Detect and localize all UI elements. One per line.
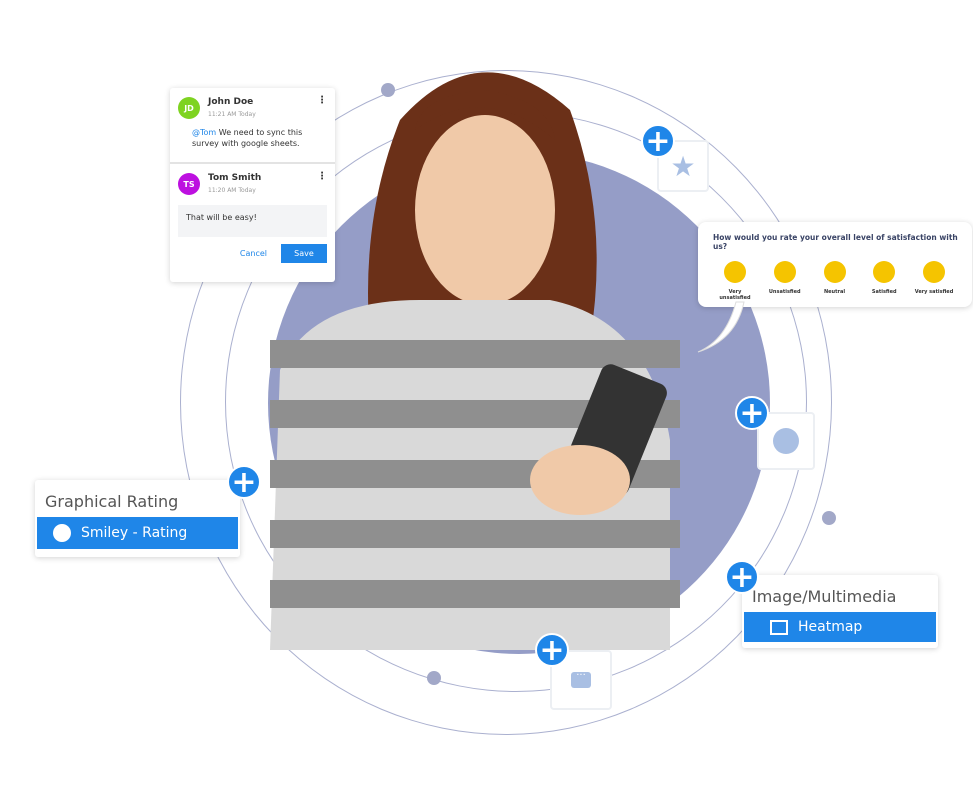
chat-icon: ··· [571, 671, 591, 688]
speech-bubble-tail [697, 301, 745, 353]
smiley-rating-item[interactable]: Smiley - Rating [37, 517, 238, 549]
avatar: TS [178, 173, 200, 195]
cancel-button[interactable]: Cancel [240, 249, 267, 258]
reply-input[interactable]: That will be easy! [178, 205, 327, 237]
heatmap-item[interactable]: Heatmap [744, 612, 936, 642]
more-options-icon[interactable]: ⋮ [317, 96, 327, 106]
save-button[interactable]: Save [281, 244, 327, 263]
more-options-icon[interactable]: ⋮ [317, 172, 327, 182]
reply: TS Tom Smith 11:20 AM Today ⋮ That will b… [170, 164, 335, 263]
rating-option-unsatisfied[interactable]: Unsatisfied [763, 261, 807, 301]
item-label: Heatmap [798, 619, 863, 635]
comments-card: JD John Doe 11:21 AM Today ⋮ @Tom We need… [170, 88, 335, 282]
add-button[interactable]: + [641, 124, 675, 158]
comment-author: John Doe [208, 97, 254, 107]
very-unsatisfied-face-icon [724, 261, 746, 283]
unsatisfied-face-icon [773, 261, 796, 283]
image-multimedia-card: Image/Multimedia Heatmap [742, 575, 938, 648]
card-title: Graphical Rating [45, 492, 179, 511]
comment-time: 11:20 AM Today [208, 187, 256, 194]
ring-dot [822, 511, 836, 525]
comment-author: Tom Smith [208, 173, 262, 183]
add-button[interactable]: + [725, 560, 759, 594]
add-button[interactable]: + [227, 465, 261, 499]
rating-option-very-unsatisfied[interactable]: Very unsatisfied [713, 261, 757, 301]
comment-time: 11:21 AM Today [208, 111, 256, 118]
item-label: Smiley - Rating [81, 525, 188, 541]
smiley-icon [53, 524, 71, 542]
add-button[interactable]: + [735, 396, 769, 430]
comment: JD John Doe 11:21 AM Today ⋮ @Tom We need… [170, 88, 335, 164]
avatar: JD [178, 97, 200, 119]
rating-option-neutral[interactable]: Neutral [813, 261, 857, 301]
card-title: Image/Multimedia [752, 587, 897, 606]
heart-eyes-face-icon [923, 261, 945, 283]
satisfaction-survey-card: How would you rate your overall level of… [698, 222, 972, 307]
survey-question: How would you rate your overall level of… [713, 233, 958, 251]
neutral-face-icon [823, 261, 846, 283]
comment-text: @Tom We need to sync this survey with go… [192, 128, 303, 148]
star-icon: ★ [670, 149, 696, 183]
smiley-icon [773, 428, 799, 454]
add-button[interactable]: + [535, 633, 569, 667]
graphical-rating-card: Graphical Rating Smiley - Rating [35, 480, 240, 557]
ring-dot [427, 671, 441, 685]
rating-option-very-satisfied[interactable]: Very satisfied [912, 261, 956, 301]
satisfied-face-icon [873, 261, 896, 283]
rating-option-satisfied[interactable]: Satisfied [862, 261, 906, 301]
image-icon [770, 619, 788, 635]
